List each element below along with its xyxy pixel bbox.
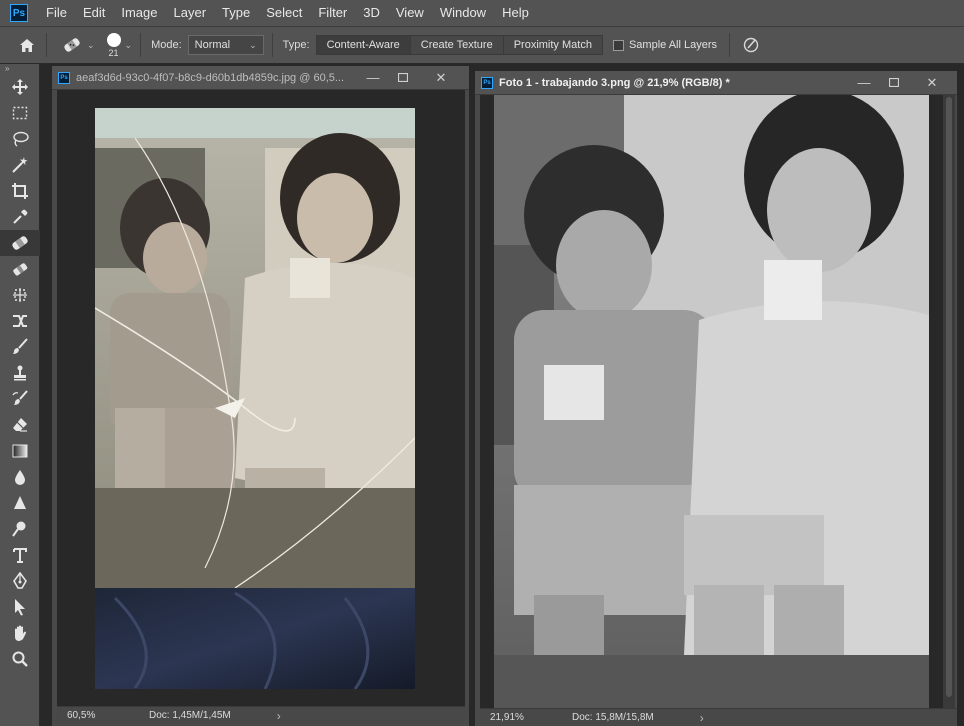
divider (46, 33, 47, 57)
old-photo-image (95, 108, 415, 689)
chevron-down-icon[interactable]: ⌄ (125, 40, 133, 51)
status-bar-2: 21,91% Doc: 15,8M/15,8M › (480, 708, 957, 726)
frame-tool-icon[interactable] (0, 282, 40, 308)
pressure-size-icon[interactable] (742, 36, 760, 54)
menu-select[interactable]: Select (258, 0, 310, 26)
home-icon[interactable] (16, 34, 38, 56)
magic-wand-tool-icon[interactable] (0, 152, 40, 178)
zoom-level[interactable]: 21,91% (480, 712, 542, 723)
patch-tool-icon[interactable] (0, 256, 40, 282)
brush-size-picker[interactable]: 21 (106, 32, 121, 58)
eyedropper-tool-icon[interactable] (0, 204, 40, 230)
type-tool-icon[interactable] (0, 542, 40, 568)
clone-stamp-tool-icon[interactable] (0, 360, 40, 386)
maximize-icon[interactable] (388, 66, 418, 89)
photoshop-file-icon: Ps (481, 76, 493, 89)
menu-file[interactable]: File (38, 0, 75, 26)
spot-healing-tool-icon[interactable] (0, 230, 40, 256)
photoshop-logo: Ps (10, 4, 28, 22)
menu-bar: Ps File Edit Image Layer Type Select Fil… (0, 0, 964, 26)
menu-help[interactable]: Help (494, 0, 537, 26)
collapse-panel-icon[interactable]: » (0, 64, 39, 74)
tools-panel: » (0, 64, 40, 726)
sample-all-layers-checkbox[interactable]: Sample All Layers (612, 39, 717, 51)
tool-preset-picker[interactable]: ⌄ (61, 36, 95, 54)
doc-size-info: Doc: 15,8M/15,8M (572, 712, 654, 723)
history-brush-tool-icon[interactable] (0, 386, 40, 412)
document-title: aeaf3d6d-93c0-4f07-b8c9-d60b1db4859c.jpg… (76, 71, 345, 84)
mode-select[interactable]: Normal ⌄ (187, 35, 264, 55)
spot-healing-brush-icon (61, 36, 83, 54)
minimize-icon[interactable]: — (358, 66, 388, 89)
document-title: Foto 1 - trabajando 3.png @ 21,9% (RGB/8… (499, 76, 730, 89)
type-proximity-match-button[interactable]: Proximity Match (503, 36, 602, 54)
menu-view[interactable]: View (388, 0, 432, 26)
menu-layer[interactable]: Layer (166, 0, 215, 26)
type-create-texture-button[interactable]: Create Texture (410, 36, 504, 54)
move-tool-icon[interactable] (0, 74, 40, 100)
document-window-2: Ps Foto 1 - trabajando 3.png @ 21,9% (RG… (475, 71, 957, 726)
status-menu-icon[interactable]: › (654, 711, 704, 725)
sharpen-tool-icon[interactable] (0, 490, 40, 516)
brush-size-value: 21 (108, 47, 119, 58)
gradient-tool-icon[interactable] (0, 438, 40, 464)
path-selection-tool-icon[interactable] (0, 594, 40, 620)
sample-all-layers-label: Sample All Layers (628, 39, 717, 51)
status-menu-icon[interactable]: › (231, 709, 281, 723)
blur-tool-icon[interactable] (0, 464, 40, 490)
document-canvas-1[interactable] (57, 90, 465, 706)
crop-tool-icon[interactable] (0, 178, 40, 204)
maximize-icon[interactable] (879, 71, 909, 94)
zoom-level[interactable]: 60,5% (57, 710, 119, 721)
menu-image[interactable]: Image (113, 0, 165, 26)
chevron-down-icon: ⌄ (87, 39, 95, 50)
scrollbar-thumb[interactable] (946, 97, 952, 697)
restored-photo-image (494, 95, 929, 708)
marquee-tool-icon[interactable] (0, 100, 40, 126)
type-segmented-control: Content-Aware Create Texture Proximity M… (315, 35, 603, 55)
menu-edit[interactable]: Edit (75, 0, 113, 26)
vertical-scrollbar[interactable] (943, 95, 955, 708)
status-bar-1: 60,5% Doc: 1,45M/1,45M › (57, 706, 465, 724)
pen-tool-icon[interactable] (0, 568, 40, 594)
checkbox-box (612, 39, 624, 51)
hand-tool-icon[interactable] (0, 620, 40, 646)
menu-window[interactable]: Window (432, 0, 494, 26)
menu-filter[interactable]: Filter (310, 0, 355, 26)
type-content-aware-button[interactable]: Content-Aware (316, 36, 411, 54)
content-aware-move-tool-icon[interactable] (0, 308, 40, 334)
divider (729, 33, 730, 57)
brush-tool-icon[interactable] (0, 334, 40, 360)
mode-label: Mode: (151, 39, 182, 51)
mode-value: Normal (194, 39, 231, 51)
divider (140, 33, 142, 57)
close-icon[interactable]: ✕ (917, 71, 947, 94)
doc-size-info: Doc: 1,45M/1,45M (149, 710, 231, 721)
document-window-1: Ps aeaf3d6d-93c0-4f07-b8c9-d60b1db4859c.… (52, 66, 469, 726)
type-label: Type: (282, 39, 310, 51)
divider (271, 33, 273, 57)
chevron-down-icon: ⌄ (249, 39, 257, 50)
options-bar: ⌄ 21 ⌄ Mode: Normal ⌄ Type: Content-Awar… (0, 26, 964, 64)
minimize-icon[interactable]: — (849, 71, 879, 94)
zoom-tool-icon[interactable] (0, 646, 40, 672)
menu-type[interactable]: Type (214, 0, 258, 26)
brush-tip-icon (106, 32, 121, 47)
photoshop-file-icon: Ps (58, 71, 70, 84)
close-icon[interactable]: ✕ (426, 66, 456, 89)
menu-3d[interactable]: 3D (355, 0, 388, 26)
eraser-tool-icon[interactable] (0, 412, 40, 438)
document-canvas-2[interactable] (480, 95, 955, 708)
lasso-tool-icon[interactable] (0, 126, 40, 152)
dodge-tool-icon[interactable] (0, 516, 40, 542)
